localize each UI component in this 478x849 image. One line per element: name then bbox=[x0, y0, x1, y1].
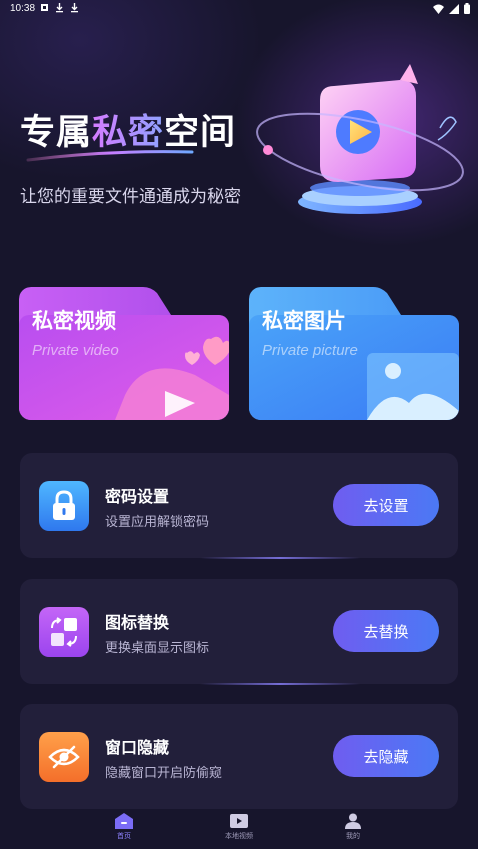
card-description: 隐藏窗口开启防偷窥 bbox=[105, 766, 223, 781]
video-icon bbox=[230, 814, 248, 828]
user-icon bbox=[345, 813, 361, 829]
card-title: 图标替换 bbox=[105, 613, 170, 632]
password-settings-card: 密码设置 设置应用解锁密码 去设置 bbox=[20, 453, 458, 559]
download-icon-2 bbox=[71, 3, 78, 13]
notification-app-icon bbox=[41, 4, 48, 11]
bottom-tab-bar: 首页 本地视频 我的 bbox=[0, 810, 478, 849]
hero-title-part1: 专属 bbox=[20, 113, 93, 153]
private-picture-folder[interactable]: 私密图片 Private picture bbox=[249, 287, 459, 420]
icon-replace-card: 图标替换 更换桌面显示图标 去替换 bbox=[20, 579, 458, 685]
card-title: 密码设置 bbox=[105, 487, 170, 506]
download-icon bbox=[56, 3, 63, 13]
tab-mine-label: 我的 bbox=[346, 832, 360, 840]
video-heart-illustration bbox=[115, 336, 229, 420]
battery-icon bbox=[464, 3, 470, 14]
card-bottom-glow bbox=[200, 557, 360, 559]
folder-picture-subtitle: Private picture bbox=[262, 342, 358, 359]
hero-title-highlight: 私密 bbox=[92, 113, 165, 153]
icon-swap-icon bbox=[39, 607, 89, 657]
status-bar: 10:38 bbox=[0, 0, 478, 18]
hero-video-illustration bbox=[256, 64, 464, 214]
hero-title-part3: 空间 bbox=[164, 113, 237, 153]
private-video-folder[interactable]: 私密视频 Private video bbox=[19, 287, 229, 420]
status-time: 10:38 bbox=[10, 3, 36, 14]
signal-icon bbox=[449, 3, 459, 14]
card-description: 更换桌面显示图标 bbox=[105, 641, 210, 656]
folder-video-title: 私密视频 bbox=[32, 309, 116, 333]
tab-home-label: 首页 bbox=[117, 832, 131, 840]
hero-subtitle: 让您的重要文件通通成为秘密 bbox=[20, 187, 241, 207]
tab-mine[interactable]: 我的 bbox=[323, 813, 383, 847]
card-title: 窗口隐藏 bbox=[105, 738, 170, 757]
picture-illustration bbox=[367, 353, 459, 420]
tab-local-video-label: 本地视频 bbox=[225, 832, 253, 840]
folder-video-subtitle: Private video bbox=[32, 342, 119, 359]
system-icons bbox=[433, 3, 470, 14]
wifi-icon bbox=[433, 4, 444, 14]
go-settings-button[interactable]: 去设置 bbox=[333, 484, 439, 526]
hero-underline-decoration bbox=[26, 150, 194, 162]
go-hide-button[interactable]: 去隐藏 bbox=[333, 735, 439, 777]
card-description: 设置应用解锁密码 bbox=[105, 515, 210, 530]
tab-home[interactable]: 首页 bbox=[94, 813, 154, 847]
notification-icons bbox=[40, 2, 79, 13]
lock-icon bbox=[39, 481, 89, 531]
tab-local-video[interactable]: 本地视频 bbox=[209, 813, 269, 847]
folder-picture-title: 私密图片 bbox=[262, 309, 346, 333]
window-hide-card: 窗口隐藏 隐藏窗口开启防偷窥 去隐藏 bbox=[20, 704, 458, 809]
go-replace-button[interactable]: 去替换 bbox=[333, 610, 439, 652]
eye-hidden-icon bbox=[39, 732, 89, 782]
home-icon bbox=[115, 813, 133, 829]
card-bottom-glow bbox=[200, 683, 360, 685]
